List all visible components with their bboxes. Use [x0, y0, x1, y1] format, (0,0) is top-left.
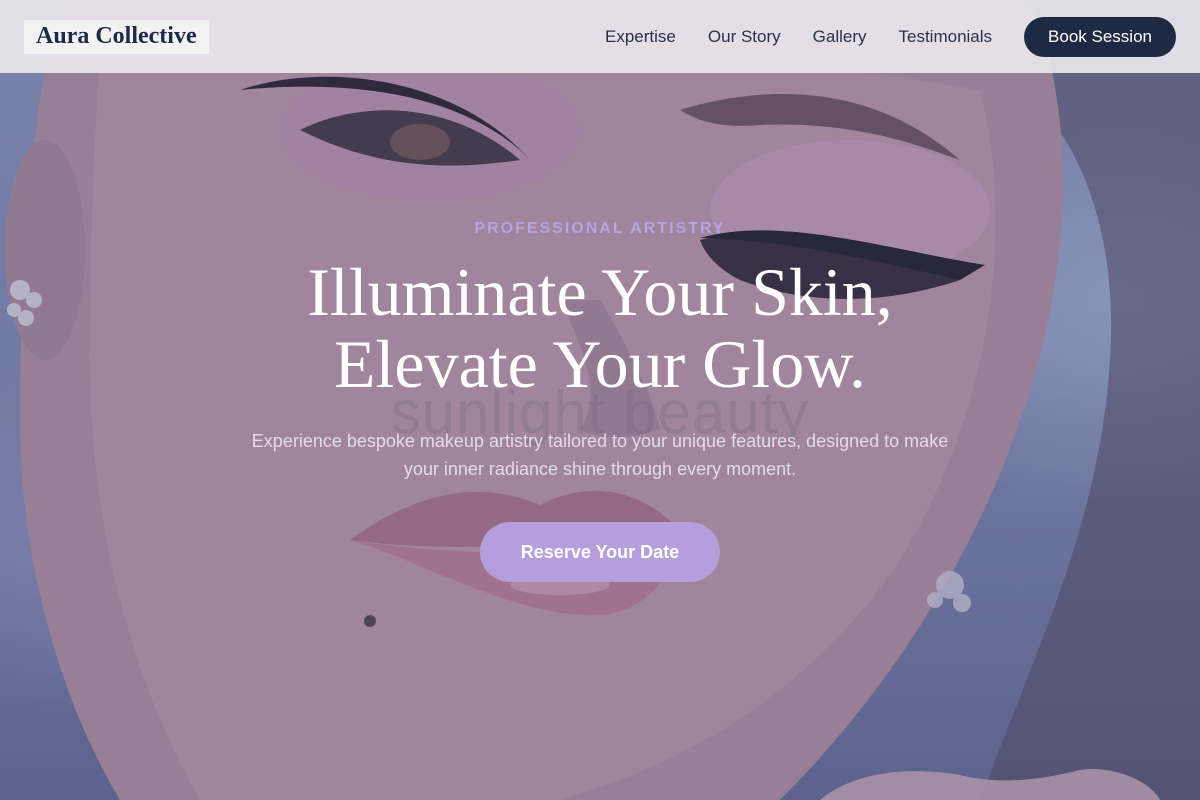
reserve-date-button[interactable]: Reserve Your Date	[480, 522, 720, 582]
hero-eyebrow: PROFESSIONAL ARTISTRY	[474, 220, 726, 237]
hero-headline-line-1: Illuminate Your Skin,	[307, 254, 893, 330]
hero-section: PROFESSIONAL ARTISTRY Illuminate Your Sk…	[0, 0, 1200, 800]
hero-subtitle: Experience bespoke makeup artistry tailo…	[251, 431, 949, 479]
